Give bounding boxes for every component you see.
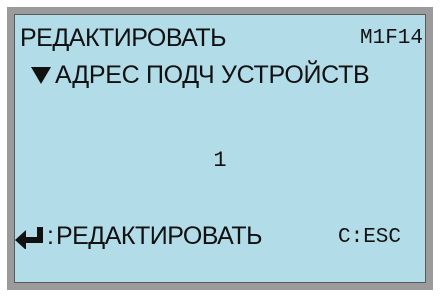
parameter-name: АДРЕС ПОДЧ УСТРОЙСТВ xyxy=(55,61,370,89)
cancel-hint: C:ESC xyxy=(337,226,401,249)
enter-hint: : РЕДАКТИРОВАТЬ xyxy=(15,222,263,251)
screen-title: РЕДАКТИРОВАТЬ xyxy=(20,24,227,52)
enter-action-label: РЕДАКТИРОВАТЬ xyxy=(55,222,263,250)
lcd-bezel: РЕДАКТИРОВАТЬ M1F14 АДРЕС ПОДЧ УСТРОЙСТВ… xyxy=(7,7,433,290)
parameter-value[interactable]: 1 xyxy=(15,148,425,173)
enter-colon: : xyxy=(47,222,54,250)
lcd-screen: РЕДАКТИРОВАТЬ M1F14 АДРЕС ПОДЧ УСТРОЙСТВ… xyxy=(14,14,426,283)
menu-code: M1F14 xyxy=(359,27,423,50)
parameter-row: АДРЕС ПОДЧ УСТРОЙСТВ xyxy=(31,61,370,90)
enter-arrow-icon xyxy=(15,226,43,249)
down-triangle-icon xyxy=(31,67,51,84)
